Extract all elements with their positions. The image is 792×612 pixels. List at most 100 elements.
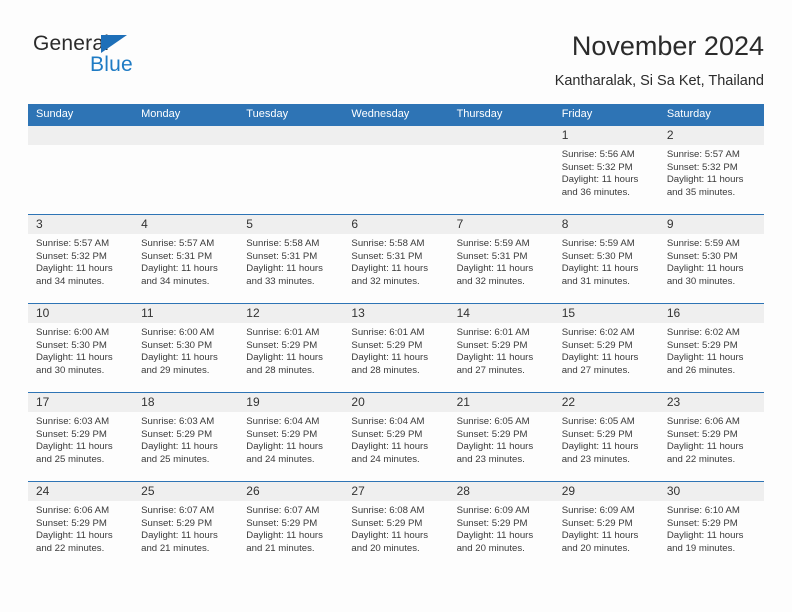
day-number[interactable]: 12 (238, 304, 343, 323)
day-number[interactable]: 6 (343, 215, 448, 234)
daylight-text-line1: Daylight: 11 hours (561, 530, 639, 542)
day-number[interactable]: 23 (659, 393, 764, 412)
day-cell[interactable]: Sunrise: 6:05 AM Sunset: 5:29 PM Dayligh… (449, 412, 554, 481)
day-number[interactable]: 25 (133, 482, 238, 501)
day-cell[interactable] (238, 145, 343, 214)
day-cell[interactable]: Sunrise: 6:04 AM Sunset: 5:29 PM Dayligh… (238, 412, 343, 481)
daylight-text-line2: and 21 minutes. (246, 542, 315, 554)
day-number[interactable]: 27 (343, 482, 448, 501)
day-cell[interactable]: Sunrise: 6:10 AM Sunset: 5:29 PM Dayligh… (659, 501, 764, 570)
day-cell[interactable] (343, 145, 448, 214)
day-cell[interactable]: Sunrise: 6:06 AM Sunset: 5:29 PM Dayligh… (659, 412, 764, 481)
day-cell[interactable]: Sunrise: 5:59 AM Sunset: 5:30 PM Dayligh… (554, 234, 659, 303)
weekday-header-monday: Monday (141, 108, 181, 120)
sunrise-text: Sunrise: 5:58 AM (246, 238, 320, 249)
day-number[interactable]: 15 (554, 304, 659, 323)
day-cell[interactable]: Sunrise: 5:56 AM Sunset: 5:32 PM Dayligh… (554, 145, 659, 214)
day-cell[interactable]: Sunrise: 6:09 AM Sunset: 5:29 PM Dayligh… (554, 501, 659, 570)
day-cell[interactable]: Sunrise: 6:02 AM Sunset: 5:29 PM Dayligh… (659, 323, 764, 392)
day-number[interactable]: 21 (449, 393, 554, 412)
sunset-text: Sunset: 5:29 PM (666, 428, 738, 440)
day-cell[interactable]: Sunrise: 5:58 AM Sunset: 5:31 PM Dayligh… (238, 234, 343, 303)
day-number[interactable]: 14 (449, 304, 554, 323)
daylight-text-line1: Daylight: 11 hours (351, 530, 429, 542)
day-number[interactable]: 8 (554, 215, 659, 234)
day-cell[interactable]: Sunrise: 5:59 AM Sunset: 5:30 PM Dayligh… (659, 234, 764, 303)
day-number[interactable]: 20 (343, 393, 448, 412)
day-number[interactable]: 2 (659, 126, 764, 145)
day-cell[interactable]: Sunrise: 6:01 AM Sunset: 5:29 PM Dayligh… (343, 323, 448, 392)
daylight-text-line1: Daylight: 11 hours (456, 530, 534, 542)
day-number[interactable]: 11 (133, 304, 238, 323)
day-cell[interactable]: Sunrise: 6:00 AM Sunset: 5:30 PM Dayligh… (28, 323, 133, 392)
daylight-text-line1: Daylight: 11 hours (36, 352, 113, 364)
day-cell[interactable]: Sunrise: 6:07 AM Sunset: 5:29 PM Dayligh… (133, 501, 238, 570)
day-number[interactable]: 18 (133, 393, 238, 412)
sunset-text: Sunset: 5:30 PM (36, 339, 107, 351)
day-cell[interactable] (133, 145, 238, 214)
day-cell[interactable]: Sunrise: 6:05 AM Sunset: 5:29 PM Dayligh… (554, 412, 659, 481)
day-number[interactable]: 9 (659, 215, 764, 234)
day-number[interactable]: 10 (28, 304, 133, 323)
daylight-text-line2: and 35 minutes. (666, 186, 736, 198)
day-number[interactable]: 29 (554, 482, 659, 501)
day-number[interactable]: 4 (133, 215, 238, 234)
day-number[interactable]: 26 (238, 482, 343, 501)
sunset-text: Sunset: 5:29 PM (456, 339, 528, 351)
sunrise-text: Sunrise: 5:57 AM (36, 238, 110, 249)
day-cell[interactable]: Sunrise: 5:57 AM Sunset: 5:32 PM Dayligh… (659, 145, 764, 214)
day-cell[interactable] (449, 145, 554, 214)
day-cell[interactable]: Sunrise: 6:07 AM Sunset: 5:29 PM Dayligh… (238, 501, 343, 570)
calendar-table: Sunday Monday Tuesday Wednesday Thursday… (28, 104, 764, 570)
sunset-text: Sunset: 5:30 PM (561, 250, 633, 262)
week-row: 1 2 Sunrise: 5:56 AM Sunset: 5:32 PM Day… (28, 125, 764, 214)
day-number[interactable] (133, 126, 238, 145)
day-number[interactable]: 30 (659, 482, 764, 501)
day-cell[interactable]: Sunrise: 6:01 AM Sunset: 5:29 PM Dayligh… (238, 323, 343, 392)
day-cell[interactable]: Sunrise: 6:06 AM Sunset: 5:29 PM Dayligh… (28, 501, 133, 570)
day-cell[interactable]: Sunrise: 6:09 AM Sunset: 5:29 PM Dayligh… (449, 501, 554, 570)
daylight-text-line1: Daylight: 11 hours (456, 352, 534, 364)
sunset-text: Sunset: 5:29 PM (456, 428, 528, 440)
day-number[interactable] (449, 126, 554, 145)
day-number[interactable]: 28 (449, 482, 554, 501)
sunset-text: Sunset: 5:29 PM (561, 428, 633, 440)
day-number[interactable]: 1 (554, 126, 659, 145)
day-number[interactable]: 17 (28, 393, 133, 412)
sunset-text: Sunset: 5:29 PM (561, 339, 633, 351)
day-number[interactable]: 16 (659, 304, 764, 323)
day-number[interactable]: 22 (554, 393, 659, 412)
day-cell[interactable]: Sunrise: 6:03 AM Sunset: 5:29 PM Dayligh… (28, 412, 133, 481)
day-number[interactable] (28, 126, 133, 145)
general-blue-logo[interactable]: General Blue (33, 32, 213, 84)
daylight-text-line1: Daylight: 11 hours (141, 352, 218, 364)
day-cell[interactable]: Sunrise: 6:01 AM Sunset: 5:29 PM Dayligh… (449, 323, 554, 392)
week-daynumber-band: 24 25 26 27 28 29 30 (28, 482, 764, 501)
day-number[interactable]: 24 (28, 482, 133, 501)
day-number[interactable]: 19 (238, 393, 343, 412)
day-cell[interactable]: Sunrise: 5:59 AM Sunset: 5:31 PM Dayligh… (449, 234, 554, 303)
day-number[interactable]: 5 (238, 215, 343, 234)
day-cell[interactable]: Sunrise: 5:57 AM Sunset: 5:31 PM Dayligh… (133, 234, 238, 303)
sunset-text: Sunset: 5:29 PM (351, 339, 423, 351)
day-cell[interactable]: Sunrise: 6:00 AM Sunset: 5:30 PM Dayligh… (133, 323, 238, 392)
sunrise-text: Sunrise: 6:06 AM (666, 416, 740, 427)
day-cell[interactable]: Sunrise: 6:08 AM Sunset: 5:29 PM Dayligh… (343, 501, 448, 570)
week-detail-band: Sunrise: 5:56 AM Sunset: 5:32 PM Dayligh… (28, 145, 764, 214)
day-number[interactable]: 13 (343, 304, 448, 323)
day-number[interactable] (343, 126, 448, 145)
day-cell[interactable]: Sunrise: 5:58 AM Sunset: 5:31 PM Dayligh… (343, 234, 448, 303)
day-number[interactable]: 7 (449, 215, 554, 234)
day-cell[interactable]: Sunrise: 5:57 AM Sunset: 5:32 PM Dayligh… (28, 234, 133, 303)
day-cell[interactable] (28, 145, 133, 214)
daylight-text-line2: and 30 minutes. (36, 364, 105, 376)
day-number[interactable]: 3 (28, 215, 133, 234)
day-number[interactable] (238, 126, 343, 145)
sunrise-text: Sunrise: 6:01 AM (456, 327, 530, 338)
day-cell[interactable]: Sunrise: 6:04 AM Sunset: 5:29 PM Dayligh… (343, 412, 448, 481)
sunrise-text: Sunrise: 6:03 AM (141, 416, 215, 427)
day-cell[interactable]: Sunrise: 6:02 AM Sunset: 5:29 PM Dayligh… (554, 323, 659, 392)
day-cell[interactable]: Sunrise: 6:03 AM Sunset: 5:29 PM Dayligh… (133, 412, 238, 481)
daylight-text-line2: and 34 minutes. (141, 275, 210, 287)
weekday-header-tuesday: Tuesday (246, 108, 289, 120)
